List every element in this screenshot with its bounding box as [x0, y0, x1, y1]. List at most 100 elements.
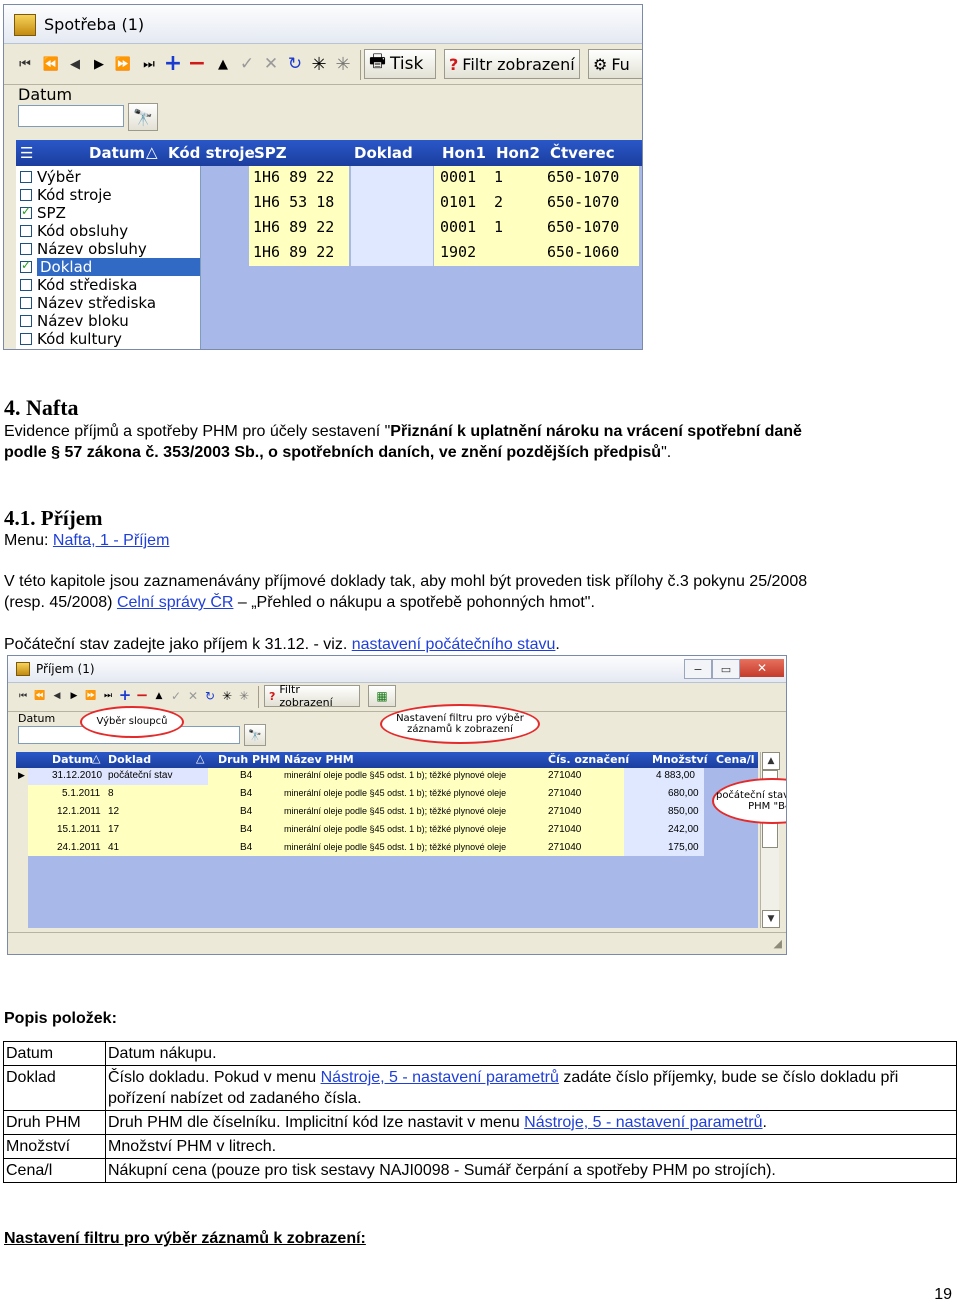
col-spz[interactable]: SPZ — [254, 144, 287, 162]
delete-record-icon[interactable]: − — [186, 51, 208, 76]
col-ctverec[interactable]: Čtverec — [550, 144, 615, 162]
table-row[interactable]: 12.1.2011 12 B4 minerální oleje podle §4… — [8, 806, 748, 822]
edit-up-icon[interactable]: ▲ — [212, 54, 234, 74]
first-record-icon[interactable]: ⏮ — [14, 54, 36, 74]
column-option[interactable]: Název střediska — [16, 294, 200, 312]
fu-button[interactable]: ⚙ Fu — [588, 49, 642, 79]
add-record-icon[interactable]: + — [118, 686, 132, 704]
column-option[interactable]: Kód kultury — [16, 330, 200, 348]
col-datum[interactable]: Datum — [52, 753, 93, 766]
export-button[interactable]: ▦ — [368, 685, 396, 707]
col-cena[interactable]: Cena/l — [716, 753, 755, 766]
checkbox[interactable] — [20, 296, 32, 309]
resize-grip-icon[interactable]: ◢ — [774, 937, 782, 950]
col-nazev-phm[interactable]: Název PHM — [284, 753, 354, 766]
confirm-icon[interactable]: ✓ — [169, 688, 183, 704]
col-doklad[interactable]: Doklad — [108, 753, 151, 766]
column-option[interactable]: Kód střediska — [16, 276, 200, 294]
row2-hon2[interactable]: 2 — [494, 193, 503, 211]
row3-spz[interactable]: 1H6 89 22 — [253, 218, 334, 236]
col-druh-phm[interactable]: Druh PHM — [218, 753, 280, 766]
row2-doklad[interactable]: 0101 — [440, 193, 476, 211]
checkbox-checked[interactable] — [20, 204, 32, 219]
delete-record-icon[interactable]: − — [135, 686, 149, 704]
minimize-button[interactable]: − — [684, 659, 712, 679]
close-button[interactable]: ✕ — [740, 659, 784, 677]
column-option[interactable]: Kód stroje — [16, 186, 200, 204]
link-celni-sprava[interactable]: Celní správy ČR — [117, 594, 233, 611]
column-option[interactable]: Výběr — [16, 168, 200, 186]
checkbox[interactable] — [20, 332, 32, 345]
column-option[interactable]: Kód obsluhy — [16, 222, 200, 240]
col-cis-oznaceni[interactable]: Čís. označení — [548, 753, 629, 766]
link-nastroje-parametry[interactable]: Nástroje, 5 - nastavení parametrů — [321, 1069, 559, 1086]
next-record-icon[interactable]: ▶ — [67, 689, 81, 703]
refresh-icon[interactable]: ↻ — [203, 688, 217, 704]
edit-up-icon[interactable]: ▲ — [152, 689, 166, 703]
grid-menu-icon[interactable]: ☰ — [20, 144, 33, 162]
checkbox[interactable] — [20, 170, 32, 183]
row1-hon2[interactable]: 1 — [494, 168, 503, 186]
scroll-up-icon[interactable]: ▲ — [762, 752, 780, 770]
table-row[interactable]: 31.12.2010 počáteční stav B4 minerální o… — [8, 770, 748, 786]
asterisk-icon[interactable]: ✳ — [308, 53, 330, 75]
last-record-icon[interactable]: ⏭ — [101, 689, 115, 703]
next-page-icon[interactable]: ⏩ — [112, 54, 134, 74]
prev-page-icon[interactable]: ⏪ — [33, 689, 47, 703]
column-option-selected[interactable]: Doklad — [16, 257, 200, 276]
row1-spz[interactable]: 1H6 89 22 — [253, 168, 334, 186]
asterisk-multi-icon[interactable]: ✳ — [332, 53, 354, 75]
table-row[interactable]: 24.1.2011 41 B4 minerální oleje podle §4… — [8, 842, 748, 858]
col-kod-stroje[interactable]: Kód stroje — [168, 144, 255, 162]
column-option[interactable]: Název bloku — [16, 312, 200, 330]
row4-doklad[interactable]: 1902 — [440, 243, 476, 261]
col-datum[interactable]: Datum — [89, 144, 145, 162]
menu-link-nafta-prijem[interactable]: Nafta, 1 - Příjem — [53, 532, 169, 549]
first-record-icon[interactable]: ⏮ — [16, 689, 30, 703]
refresh-icon[interactable]: ↻ — [284, 53, 306, 75]
col-doklad[interactable]: Doklad — [354, 144, 413, 162]
prev-record-icon[interactable]: ◀ — [64, 54, 86, 74]
col-hon1[interactable]: Hon1 — [442, 144, 486, 162]
row1-doklad[interactable]: 0001 — [440, 168, 476, 186]
link-initial-state[interactable]: nastavení počátečního stavu — [352, 636, 556, 653]
datum-field[interactable] — [18, 105, 124, 127]
row4-ctverec[interactable]: 650-1060 — [547, 243, 619, 261]
column-option[interactable]: SPZ — [16, 204, 200, 222]
search-button[interactable]: 🔭 — [128, 103, 158, 131]
col-hon2[interactable]: Hon2 — [496, 144, 540, 162]
checkbox[interactable] — [20, 314, 32, 327]
column-chooser-list[interactable]: Výběr Kód stroje SPZ Kód obsluhy Název o… — [16, 166, 201, 349]
checkbox[interactable] — [20, 188, 32, 201]
scroll-down-icon[interactable]: ▼ — [762, 910, 780, 928]
row3-doklad[interactable]: 0001 — [440, 218, 476, 236]
col-mnozstvi[interactable]: Množství — [652, 753, 707, 766]
asterisk-icon[interactable]: ✳ — [220, 688, 234, 704]
cancel-icon[interactable]: ✕ — [186, 688, 200, 704]
search-button[interactable]: 🔭 — [244, 724, 266, 746]
prev-record-icon[interactable]: ◀ — [50, 689, 64, 703]
maximize-button[interactable]: ▭ — [712, 659, 740, 679]
checkbox[interactable] — [20, 242, 32, 255]
asterisk-multi-icon[interactable]: ✳ — [237, 688, 251, 704]
row1-ctverec[interactable]: 650-1070 — [547, 168, 619, 186]
row2-spz[interactable]: 1H6 53 18 — [253, 193, 334, 211]
table-row[interactable]: 5.1.2011 8 B4 minerální oleje podle §45 … — [8, 788, 748, 804]
column-option[interactable]: Název obsluhy — [16, 240, 200, 258]
print-button[interactable]: 🖶 Tisk — [364, 49, 436, 79]
row2-ctverec[interactable]: 650-1070 — [547, 193, 619, 211]
checkbox[interactable] — [20, 278, 32, 291]
filter-button[interactable]: ? Filtr zobrazení — [444, 49, 580, 79]
link-nastroje-parametry[interactable]: Nástroje, 5 - nastavení parametrů — [524, 1114, 762, 1131]
next-page-icon[interactable]: ⏩ — [84, 689, 98, 703]
checkbox[interactable] — [20, 224, 32, 237]
row3-ctverec[interactable]: 650-1070 — [547, 218, 619, 236]
confirm-icon[interactable]: ✓ — [236, 53, 258, 75]
checkbox-checked[interactable] — [20, 258, 32, 273]
table-row[interactable]: 15.1.2011 17 B4 minerální oleje podle §4… — [8, 824, 748, 840]
prev-page-icon[interactable]: ⏪ — [40, 54, 62, 74]
next-record-icon[interactable]: ▶ — [88, 54, 110, 74]
filter-button[interactable]: ? Filtr zobrazení — [264, 683, 360, 709]
row3-hon2[interactable]: 1 — [494, 218, 503, 236]
row4-spz[interactable]: 1H6 89 22 — [253, 243, 334, 261]
